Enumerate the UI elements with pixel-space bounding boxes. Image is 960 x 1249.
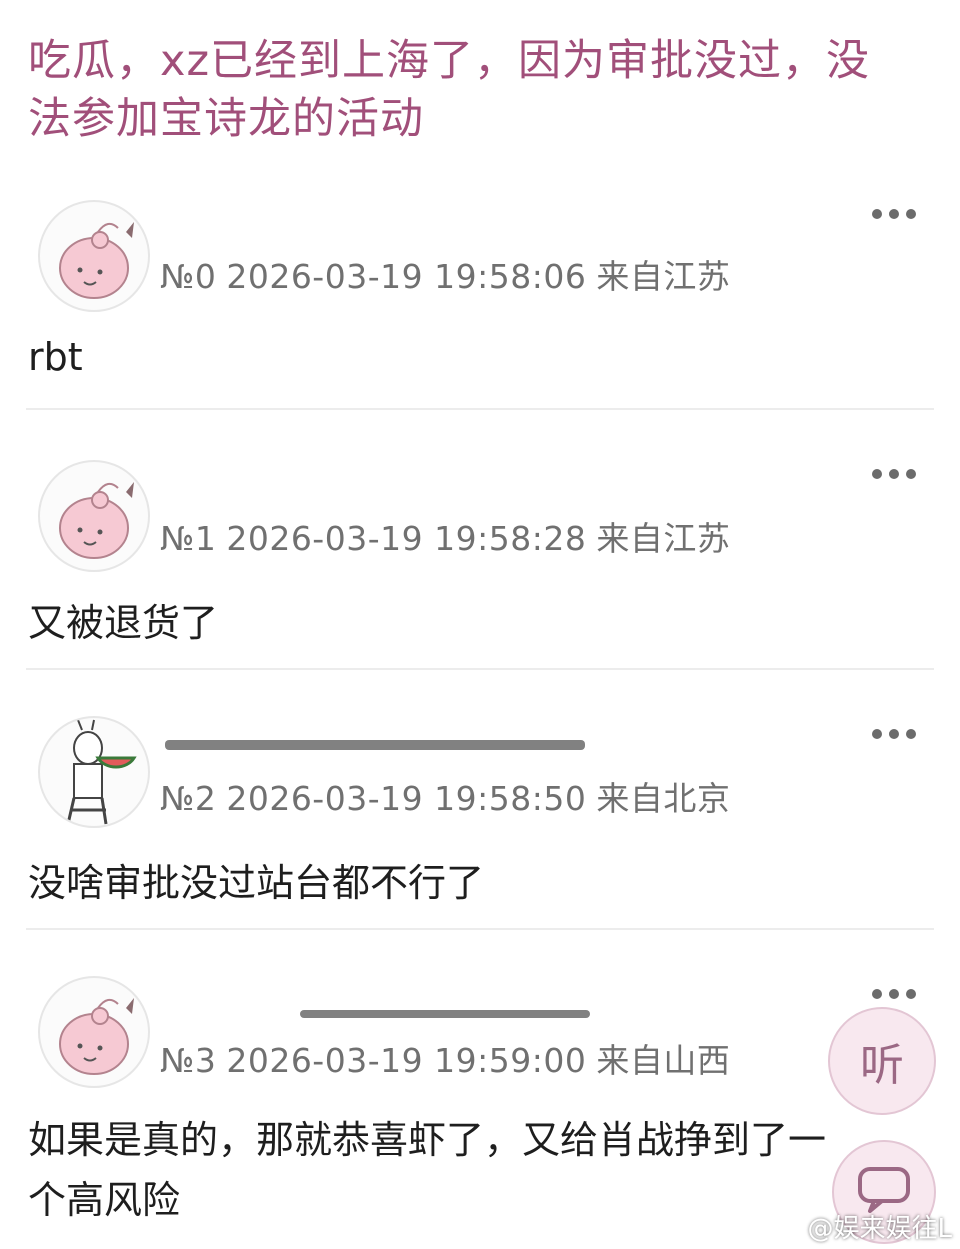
post-content-line: 如果是真的，那就恭喜虾了，又给肖战挣到了一 [28, 1118, 827, 1162]
post-item: №2 2026-03-19 19:58:50 来自北京 没啥审批没过站台都不行了 [0, 710, 960, 970]
post-location: 来自江苏 [596, 519, 731, 558]
divider [26, 668, 934, 670]
avatar[interactable] [38, 976, 150, 1088]
post-timestamp: 2026-03-19 19:58:06 [226, 257, 587, 296]
post-location: 来自北京 [596, 779, 731, 818]
avatar[interactable] [38, 716, 150, 828]
post-content: 如果是真的，那就恭喜虾了，又给肖战挣到了一 个高风险 [28, 1110, 826, 1230]
post-item: №1 2026-03-19 19:58:28 来自江苏 又被退货了 [0, 450, 960, 710]
post-timestamp: 2026-03-19 19:59:00 [226, 1041, 587, 1080]
post-content: rbt [28, 335, 83, 379]
avatar[interactable] [38, 460, 150, 572]
redacted-username [300, 1010, 590, 1018]
more-options-button[interactable] [872, 726, 916, 742]
page-title: 吃瓜，xz已经到上海了，因为审批没过，没法参加宝诗龙的活动 [28, 36, 871, 144]
post-item: №0 2026-03-19 19:58:06 来自江苏 rbt [0, 190, 960, 450]
more-options-button[interactable] [872, 986, 916, 1002]
post-content-line: 个高风险 [28, 1178, 181, 1222]
post-number: №3 [160, 1041, 217, 1080]
post-timestamp: 2026-03-19 19:58:28 [226, 519, 587, 558]
post-number: №1 [160, 519, 217, 558]
avatar[interactable] [38, 200, 150, 312]
post-timestamp: 2026-03-19 19:58:50 [226, 779, 587, 818]
listen-button[interactable]: 听 [828, 1007, 936, 1115]
divider [26, 408, 934, 410]
redacted-username [165, 740, 585, 750]
post-content: 没啥审批没过站台都不行了 [28, 861, 485, 905]
post-number: №2 [160, 779, 217, 818]
post-location: 来自山西 [596, 1041, 731, 1080]
post-meta: №0 2026-03-19 19:58:06 来自江苏 [160, 250, 730, 298]
more-options-button[interactable] [872, 466, 916, 482]
more-options-button[interactable] [872, 206, 916, 222]
divider [26, 928, 934, 930]
post-meta: №2 2026-03-19 19:58:50 来自北京 [160, 772, 730, 820]
post-content: 又被退货了 [28, 601, 219, 645]
post-number: №0 [160, 257, 217, 296]
post-location: 来自江苏 [596, 257, 731, 296]
post-meta: №3 2026-03-19 19:59:00 来自山西 [160, 1034, 730, 1082]
watermark: @娱来娱往L [807, 1214, 953, 1244]
post-meta: №1 2026-03-19 19:58:28 来自江苏 [160, 512, 730, 560]
